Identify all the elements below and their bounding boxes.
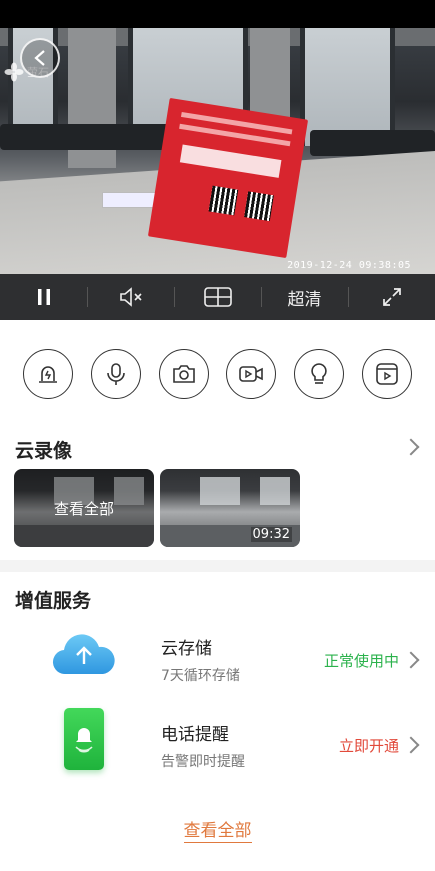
chevron-right-icon (402, 651, 420, 669)
thumb-window (260, 477, 290, 505)
alarm-button[interactable] (22, 349, 73, 399)
action-buttons (0, 320, 435, 428)
player-controls: 超清 (0, 274, 435, 320)
chevron-right-icon (402, 736, 420, 754)
multi-view-icon (203, 287, 232, 307)
view-all-services: 查看全部 (0, 816, 435, 843)
cloud-clip[interactable]: 09:32 (160, 469, 300, 547)
live-video[interactable]: 萤石 2019-12-24 09:38:05 (0, 28, 435, 274)
device-live-screen: 萤石 2019-12-24 09:38:05 超清 云录像 查看全部 09:32… (0, 0, 435, 871)
screenshot-button[interactable] (158, 349, 209, 399)
qr-code (208, 185, 239, 216)
mute-icon (119, 287, 142, 307)
video-card (102, 192, 156, 208)
view-all-clips-label: 查看全部 (53, 499, 114, 518)
video-sign (147, 97, 309, 259)
bell-icon (75, 728, 93, 753)
fullscreen-button[interactable] (348, 274, 435, 320)
clip-duration: 09:32 (250, 527, 292, 542)
service-desc: 告警即时提醒 (161, 754, 245, 770)
section-divider (0, 560, 435, 572)
light-bulb-icon (311, 363, 327, 384)
service-status: 正常使用中 (323, 652, 399, 670)
service-name: 云存储 (161, 639, 212, 659)
camera-icon (172, 365, 195, 383)
sign-title-block (179, 144, 282, 178)
cloud-recording-title: 云录像 (15, 440, 73, 462)
record-button[interactable] (226, 349, 277, 399)
qr-code (244, 191, 274, 222)
video-chairs (0, 124, 180, 150)
back-button[interactable] (20, 38, 60, 78)
chevron-right-icon[interactable] (402, 438, 420, 456)
quality-label: 超清 (287, 289, 322, 310)
fullscreen-icon (382, 288, 401, 306)
microphone-icon (106, 363, 125, 385)
video-window (300, 28, 395, 146)
video-timestamp: 2019-12-24 09:38:05 (287, 260, 411, 271)
service-name: 电话提醒 (161, 725, 229, 745)
pause-icon (37, 289, 50, 305)
light-button[interactable] (294, 349, 345, 399)
service-status: 立即开通 (338, 737, 399, 755)
quality-button[interactable]: 超清 (261, 274, 348, 320)
view-all-services-link[interactable]: 查看全部 (183, 821, 252, 843)
mute-button[interactable] (87, 274, 174, 320)
playback-button[interactable] (362, 349, 413, 399)
multi-view-button[interactable] (174, 274, 261, 320)
service-desc: 7天循环存储 (161, 668, 240, 684)
alarm-icon (38, 366, 57, 383)
talk-button[interactable] (90, 349, 141, 399)
view-all-overlay: 查看全部 (14, 469, 154, 547)
phone-alert-icon (64, 708, 104, 770)
status-bar (0, 0, 435, 28)
thumb-window (200, 477, 240, 505)
cloud-upload-icon (52, 634, 115, 675)
video-record-icon (239, 366, 264, 382)
cloud-clip-view-all[interactable]: 查看全部 (14, 469, 154, 547)
pause-button[interactable] (0, 274, 87, 320)
chevron-left-icon (34, 50, 45, 66)
value-services-title: 增值服务 (15, 590, 92, 612)
playback-icon (376, 363, 398, 385)
